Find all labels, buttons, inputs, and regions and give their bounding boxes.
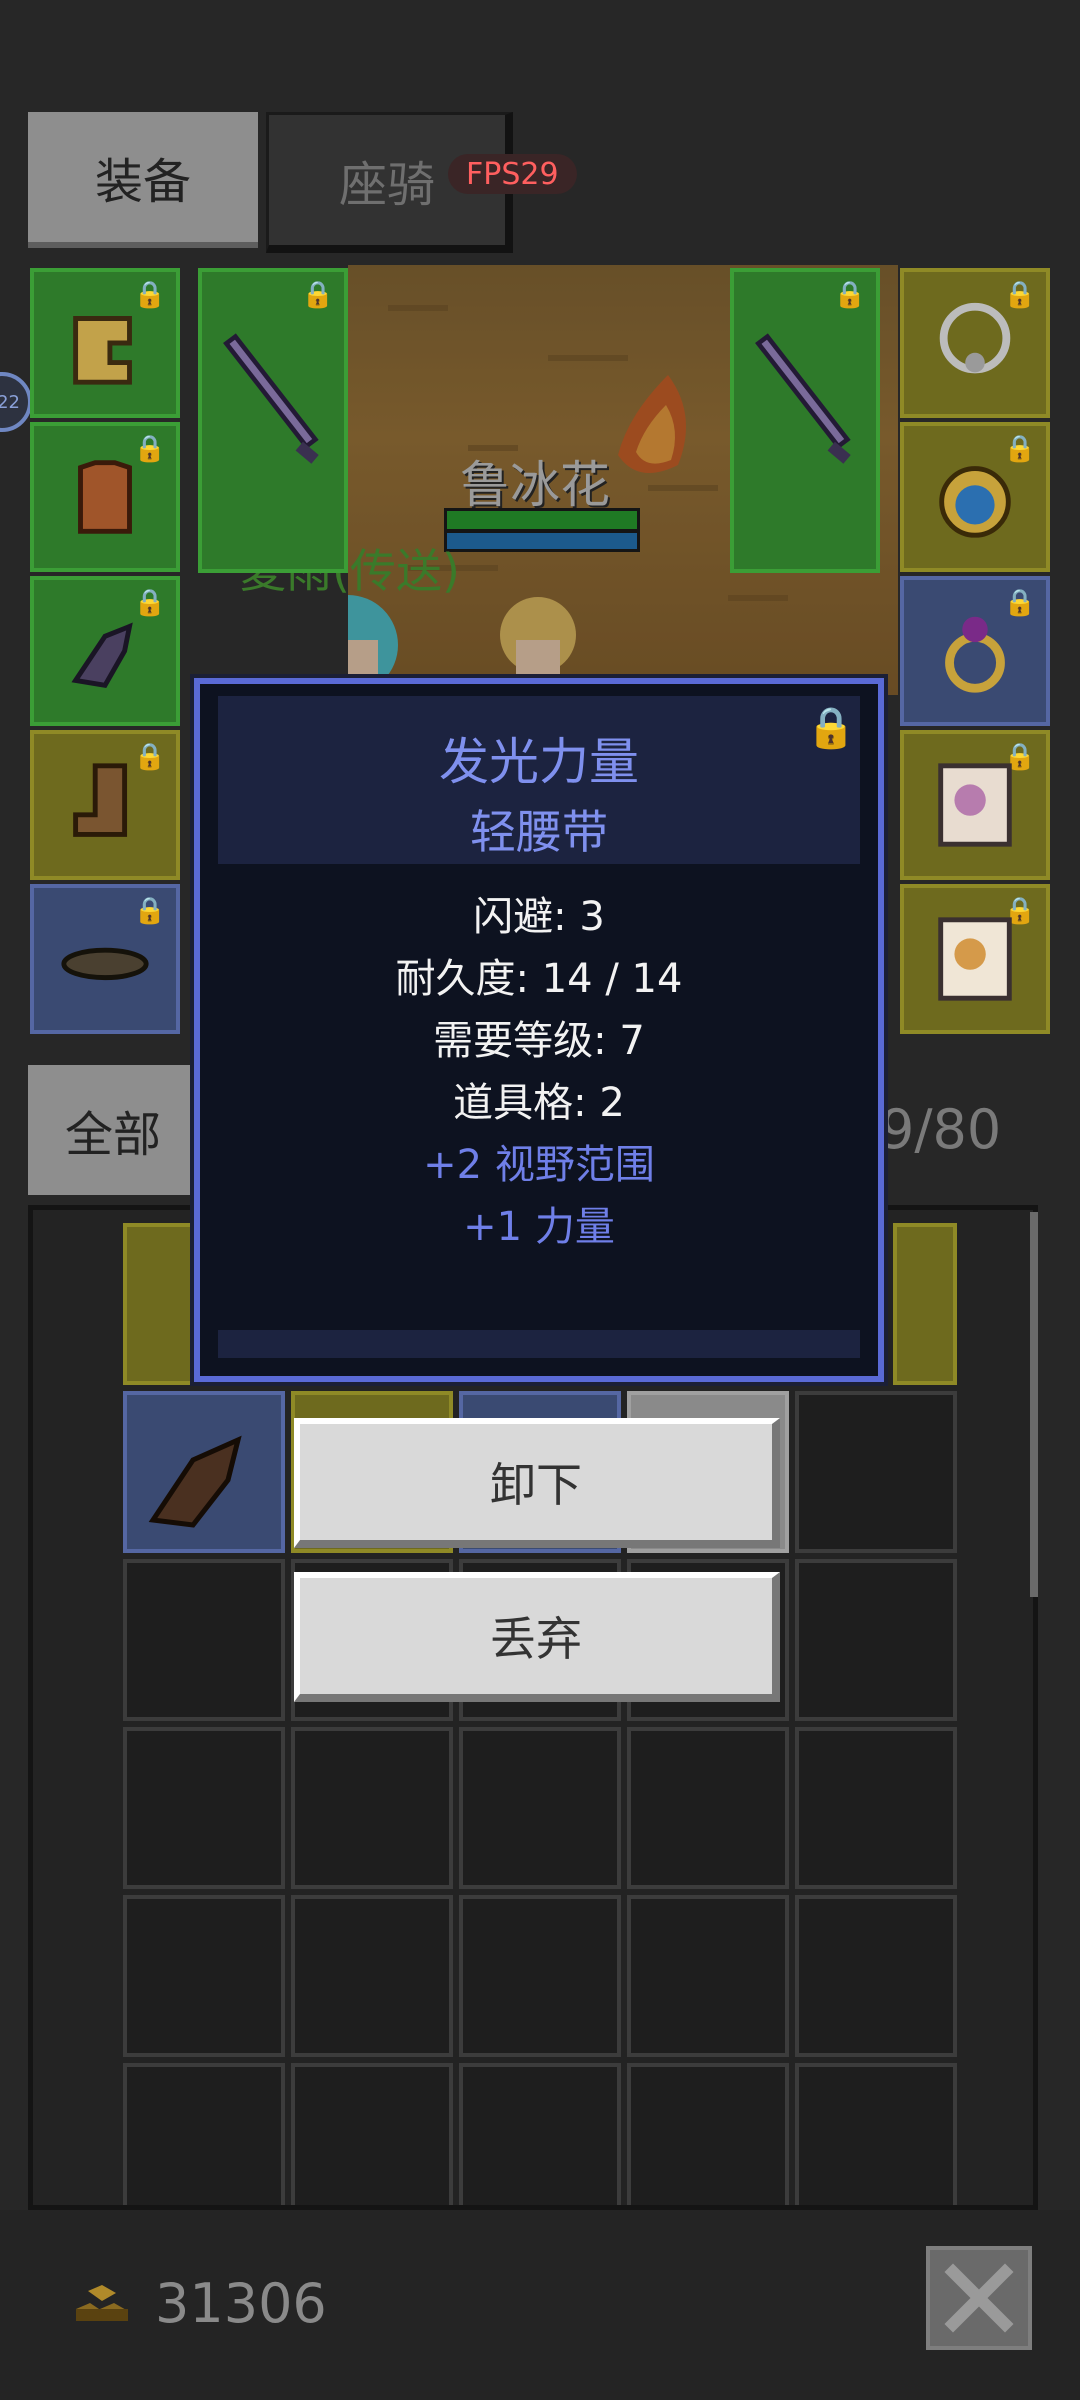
tab-equipment[interactable]: 装备 xyxy=(28,112,258,248)
item-tooltip: 🔒 发光力量 轻腰带 闪避: 3 耐久度: 14 / 14 需要等级: 7 道具… xyxy=(190,674,888,1386)
equip-slot-card-1[interactable]: 🔒 xyxy=(900,730,1050,880)
equip-slot-belt[interactable]: 🔒 xyxy=(30,884,180,1034)
item-stat-dodge: 闪避: 3 xyxy=(473,894,605,940)
close-button[interactable] xyxy=(926,2246,1032,2350)
item-stat-durability: 耐久度: 14 / 14 xyxy=(395,956,683,1002)
tab-equipment-label: 装备 xyxy=(94,154,191,210)
item-bonus-vision: +2 视野范围 xyxy=(423,1142,655,1188)
unequip-label: 卸下 xyxy=(490,1458,582,1512)
equip-slot-boots[interactable]: 🔒 xyxy=(30,730,180,880)
equip-slot-necklace[interactable]: 🔒 xyxy=(900,268,1050,418)
inventory-capacity: 9/80 xyxy=(880,1098,1002,1161)
equip-slot-armor[interactable]: 🔒 xyxy=(30,422,180,572)
sword-icon xyxy=(223,333,319,464)
card-icon xyxy=(938,763,1012,847)
gloves-icon xyxy=(71,622,133,688)
belt-icon xyxy=(61,947,149,981)
gold-icon xyxy=(76,2285,128,2321)
sword-icon xyxy=(755,333,851,464)
close-icon xyxy=(944,2263,1014,2333)
equip-slot-card-2[interactable]: 🔒 xyxy=(900,884,1050,1034)
necklace-icon xyxy=(939,466,1011,538)
discard-button[interactable]: 丢弃 xyxy=(294,1572,780,1702)
helmet-icon xyxy=(73,316,132,385)
npc-mp-bar xyxy=(444,530,640,552)
item-type: 轻腰带 xyxy=(470,805,608,859)
unequip-button[interactable]: 卸下 xyxy=(294,1418,780,1548)
lock-icon: 🔒 xyxy=(833,280,866,310)
item-stat-slots: 道具格: 2 xyxy=(453,1080,625,1126)
item-bonus-strength: +1 力量 xyxy=(463,1204,615,1250)
filter-all-label: 全部 xyxy=(64,1107,161,1163)
card-icon xyxy=(938,917,1012,1001)
inventory-scrollbar[interactable] xyxy=(1030,1212,1038,1597)
equip-slot-ring[interactable]: 🔒 xyxy=(900,576,1050,726)
tab-mount-label: 座骑 xyxy=(338,157,435,213)
necklace-icon xyxy=(939,302,1011,374)
gold-amount: 31306 xyxy=(155,2272,327,2335)
armor-icon xyxy=(78,460,132,534)
filter-all-button[interactable]: 全部 xyxy=(28,1065,198,1195)
equip-slot-helmet[interactable]: 🔒 xyxy=(30,268,180,418)
boots-icon xyxy=(73,763,128,837)
discard-label: 丢弃 xyxy=(490,1612,582,1666)
npc-hp-bar xyxy=(444,508,640,532)
side-level-badge[interactable]: 22 xyxy=(0,372,32,432)
equip-slot-amulet[interactable]: 🔒 xyxy=(900,422,1050,572)
ring-icon xyxy=(945,616,1005,693)
equip-slot-gloves[interactable]: 🔒 xyxy=(30,576,180,726)
equip-slot-main-weapon[interactable]: 🔒 xyxy=(198,268,348,573)
npc-name: 鲁冰花 xyxy=(460,456,610,514)
equip-slot-off-weapon[interactable]: 🔒 xyxy=(730,268,880,573)
item-stat-level: 需要等级: 7 xyxy=(433,1018,645,1064)
item-name: 发光力量 xyxy=(439,733,639,791)
lock-icon: 🔒 xyxy=(301,280,334,310)
fps-counter: FPS29 xyxy=(448,154,577,194)
